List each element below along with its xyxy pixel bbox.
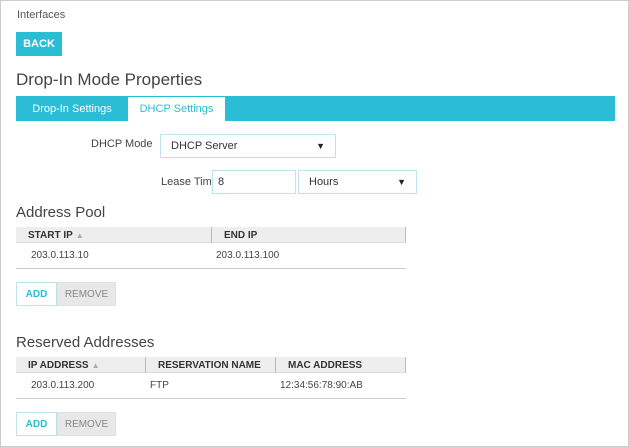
column-end-ip[interactable]: END IP [212, 227, 406, 243]
dropdown-arrow-icon: ▼ [397, 177, 406, 187]
tab-drop-in-settings[interactable]: Drop-In Settings [16, 96, 128, 121]
address-pool-remove-button[interactable]: REMOVE [57, 282, 116, 306]
dropdown-arrow-icon: ▼ [316, 141, 325, 151]
reserved-add-button[interactable]: ADD [16, 412, 57, 436]
column-ip-address[interactable]: IP ADDRESS ▲ [16, 357, 146, 373]
address-pool-header: START IP ▲ END IP [16, 227, 406, 243]
mac-address-cell: 12:34:56:78:90:AB [280, 380, 363, 391]
ip-address-cell: 203.0.113.200 [31, 380, 95, 391]
tab-bar: Drop-In Settings DHCP Settings [16, 96, 615, 121]
table-row[interactable]: 203.0.113.10 203.0.113.100 [16, 244, 406, 268]
column-label: END IP [224, 229, 258, 241]
lease-time-value: 8 [218, 176, 225, 188]
address-pool-add-button[interactable]: ADD [16, 282, 57, 306]
lease-time-input[interactable]: 8 [212, 170, 296, 194]
reservation-name-cell: FTP [150, 380, 169, 391]
sort-icon: ▲ [91, 360, 100, 370]
lease-unit-select[interactable]: Hours ▼ [298, 170, 417, 194]
reserved-addresses-heading: Reserved Addresses [16, 334, 155, 351]
address-pool-heading: Address Pool [16, 204, 106, 221]
column-start-ip[interactable]: START IP ▲ [16, 227, 212, 243]
divider [16, 268, 406, 269]
table-row[interactable]: 203.0.113.200 FTP 12:34:56:78:90:AB [16, 374, 406, 398]
dhcp-mode-select[interactable]: DHCP Server ▼ [160, 134, 336, 158]
column-reservation-name[interactable]: RESERVATION NAME [146, 357, 276, 373]
sort-icon: ▲ [75, 230, 84, 240]
reserved-remove-button[interactable]: REMOVE [57, 412, 116, 436]
column-mac-address[interactable]: MAC ADDRESS [276, 357, 406, 373]
tab-dhcp-settings[interactable]: DHCP Settings [128, 96, 225, 121]
dhcp-mode-value: DHCP Server [171, 140, 238, 152]
lease-time-label: Lease Time [161, 176, 218, 188]
breadcrumb[interactable]: Interfaces [17, 9, 65, 21]
page-title: Drop-In Mode Properties [16, 70, 203, 89]
start-ip-cell: 203.0.113.10 [31, 250, 89, 261]
lease-unit-value: Hours [309, 176, 339, 188]
column-label: RESERVATION NAME [158, 359, 261, 371]
reserved-header: IP ADDRESS ▲ RESERVATION NAME MAC ADDRESS [16, 357, 406, 373]
end-ip-cell: 203.0.113.100 [216, 250, 280, 261]
column-label: IP ADDRESS [28, 359, 89, 371]
column-label: MAC ADDRESS [288, 359, 363, 371]
column-label: START IP [28, 229, 73, 241]
dhcp-mode-label: DHCP Mode [91, 138, 153, 150]
back-button[interactable]: BACK [16, 32, 62, 56]
divider [16, 398, 406, 399]
